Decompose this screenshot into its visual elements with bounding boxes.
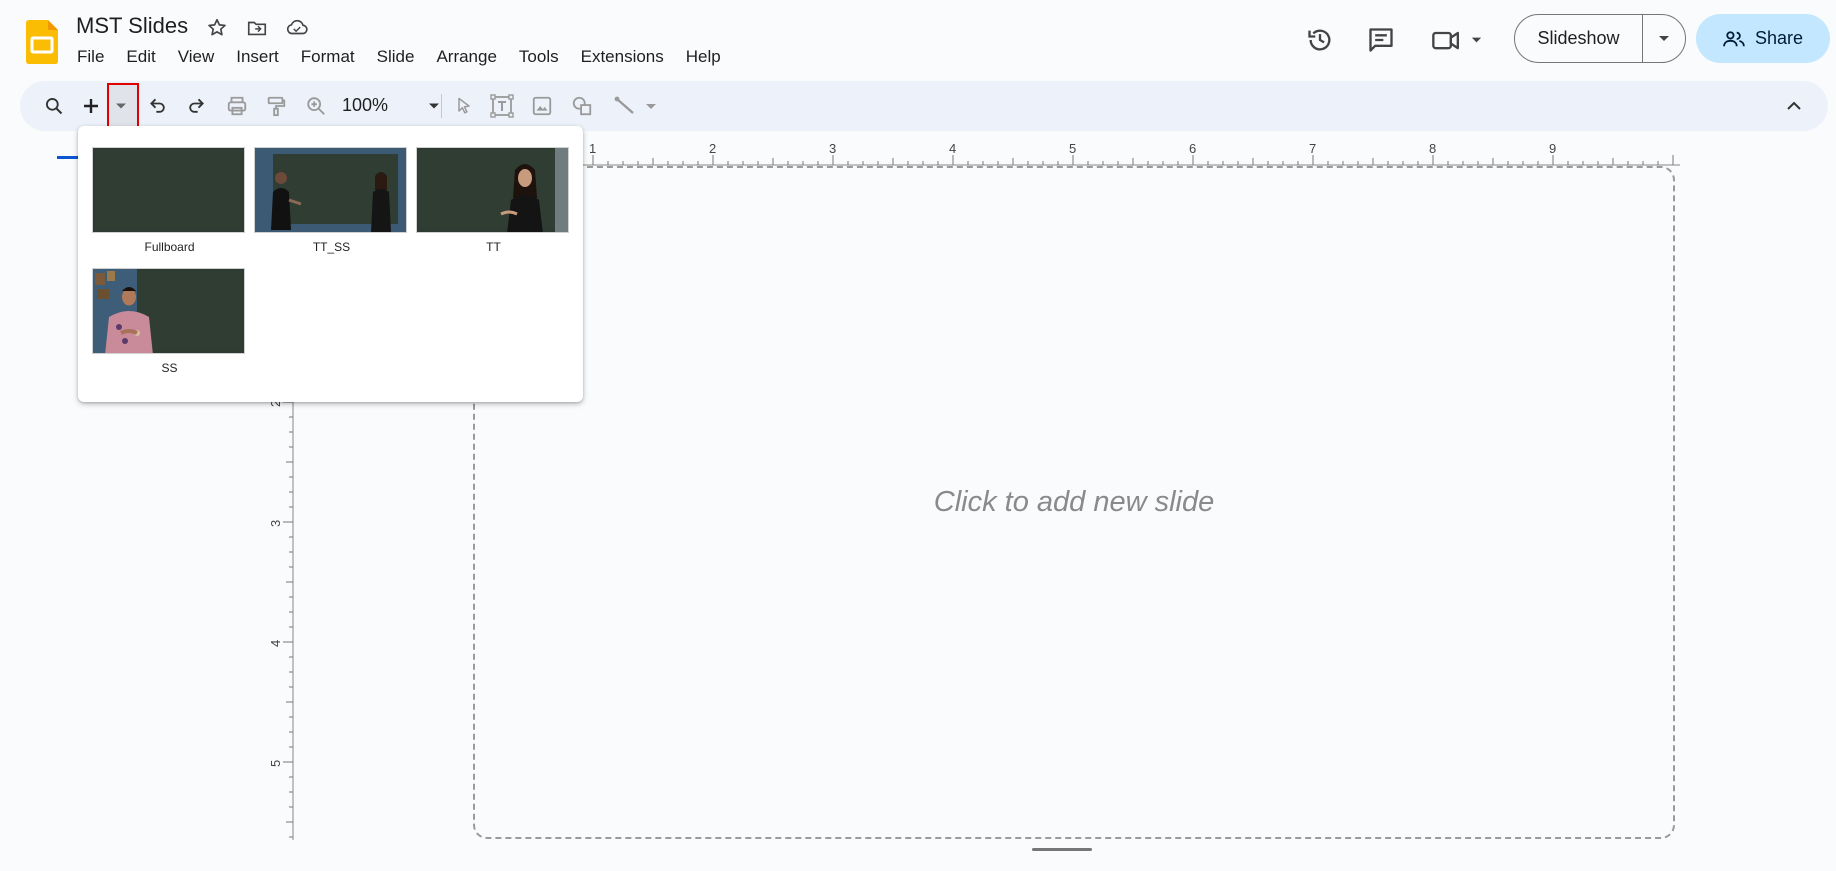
version-history-icon[interactable] — [1300, 20, 1340, 60]
ruler-label: 3 — [268, 520, 283, 527]
menu-edit[interactable]: Edit — [115, 45, 166, 69]
ruler-label: 4 — [949, 141, 956, 156]
comments-icon[interactable] — [1361, 20, 1401, 60]
slideshow-options-chevron-down-icon[interactable] — [1643, 15, 1685, 62]
menu-slide[interactable]: Slide — [366, 45, 426, 69]
move-to-folder-icon[interactable] — [244, 15, 270, 41]
menu-extensions[interactable]: Extensions — [570, 45, 675, 69]
ruler-label: 3 — [829, 141, 836, 156]
layout-label: TT — [486, 240, 501, 254]
speaker-notes-resize-handle[interactable] — [1032, 848, 1092, 851]
ruler-label: 9 — [1549, 141, 1556, 156]
redo-icon[interactable] — [180, 90, 212, 122]
menu-arrange[interactable]: Arrange — [425, 45, 507, 69]
placeholder-text: Click to add new slide — [933, 486, 1215, 518]
layout-thumbnail — [416, 147, 569, 233]
ruler-label: 8 — [1429, 141, 1436, 156]
insert-image-icon[interactable] — [526, 90, 558, 122]
menu-help[interactable]: Help — [675, 45, 732, 69]
ruler-label: 1 — [589, 141, 596, 156]
meet-video-icon[interactable] — [1430, 20, 1488, 60]
toolbar-divider — [441, 94, 442, 118]
layout-option-ss[interactable]: SS — [92, 268, 247, 375]
share-button[interactable]: Share — [1696, 14, 1830, 63]
ruler-label: 4 — [268, 640, 283, 647]
collapse-chevron-up-icon[interactable] — [1778, 90, 1810, 122]
ruler-label: 7 — [1309, 141, 1316, 156]
ruler-label: 2 — [709, 141, 716, 156]
menu-view[interactable]: View — [167, 45, 226, 69]
menu-insert[interactable]: Insert — [225, 45, 290, 69]
slideshow-button-group: Slideshow — [1514, 14, 1686, 63]
new-slide-placeholder[interactable]: Click to add new slide — [473, 166, 1675, 839]
layout-option-tt[interactable]: TT — [416, 147, 571, 254]
line-tool-icon[interactable] — [612, 90, 662, 122]
highlight-box — [107, 83, 139, 130]
document-title[interactable]: MST Slides — [76, 13, 188, 39]
people-icon — [1723, 30, 1745, 46]
paint-format-icon[interactable] — [260, 90, 292, 122]
layout-label: SS — [161, 361, 178, 375]
slideshow-button[interactable]: Slideshow — [1515, 15, 1643, 62]
layout-label: Fullboard — [144, 240, 195, 254]
select-cursor-icon[interactable] — [448, 90, 480, 122]
ruler-label: 5 — [268, 760, 283, 767]
horizontal-ruler: 1 2 3 4 5 6 7 8 9 — [570, 141, 1680, 166]
vertical-ruler: 2345 — [268, 380, 294, 840]
layout-thumbnail — [92, 268, 245, 354]
layout-thumbnail — [254, 147, 407, 233]
layout-option-tt-ss[interactable]: TT_SS — [254, 147, 409, 254]
ruler-label: 5 — [1069, 141, 1076, 156]
zoom-in-icon[interactable] — [300, 90, 332, 122]
menu-tools[interactable]: Tools — [508, 45, 570, 69]
zoom-chevron-down-icon[interactable] — [418, 90, 450, 122]
undo-icon[interactable] — [142, 90, 174, 122]
star-icon[interactable] — [204, 15, 230, 41]
layout-dropdown-menu: Fullboard TT_SS TT SS — [78, 126, 583, 402]
layout-label: TT_SS — [312, 240, 351, 254]
layout-thumbnail — [92, 147, 245, 233]
menu-file[interactable]: File — [66, 45, 115, 69]
search-menus-icon[interactable] — [38, 90, 70, 122]
cloud-saved-icon[interactable] — [284, 15, 310, 41]
menu-bar: File Edit View Insert Format Slide Arran… — [66, 45, 732, 69]
print-icon[interactable] — [221, 90, 253, 122]
share-label: Share — [1754, 28, 1804, 48]
slides-logo-icon[interactable] — [26, 20, 58, 64]
app-header: MST Slides File Edit View Insert Format … — [0, 0, 1836, 80]
zoom-level[interactable]: 100% — [342, 95, 388, 116]
text-box-icon[interactable] — [486, 90, 518, 122]
toolbar: 100% — [20, 81, 1828, 131]
shape-icon[interactable] — [566, 90, 598, 122]
menu-format[interactable]: Format — [290, 45, 366, 69]
ruler-label: 6 — [1189, 141, 1196, 156]
layout-option-fullboard[interactable]: Fullboard — [92, 147, 247, 254]
new-slide-plus-icon[interactable] — [78, 90, 104, 122]
